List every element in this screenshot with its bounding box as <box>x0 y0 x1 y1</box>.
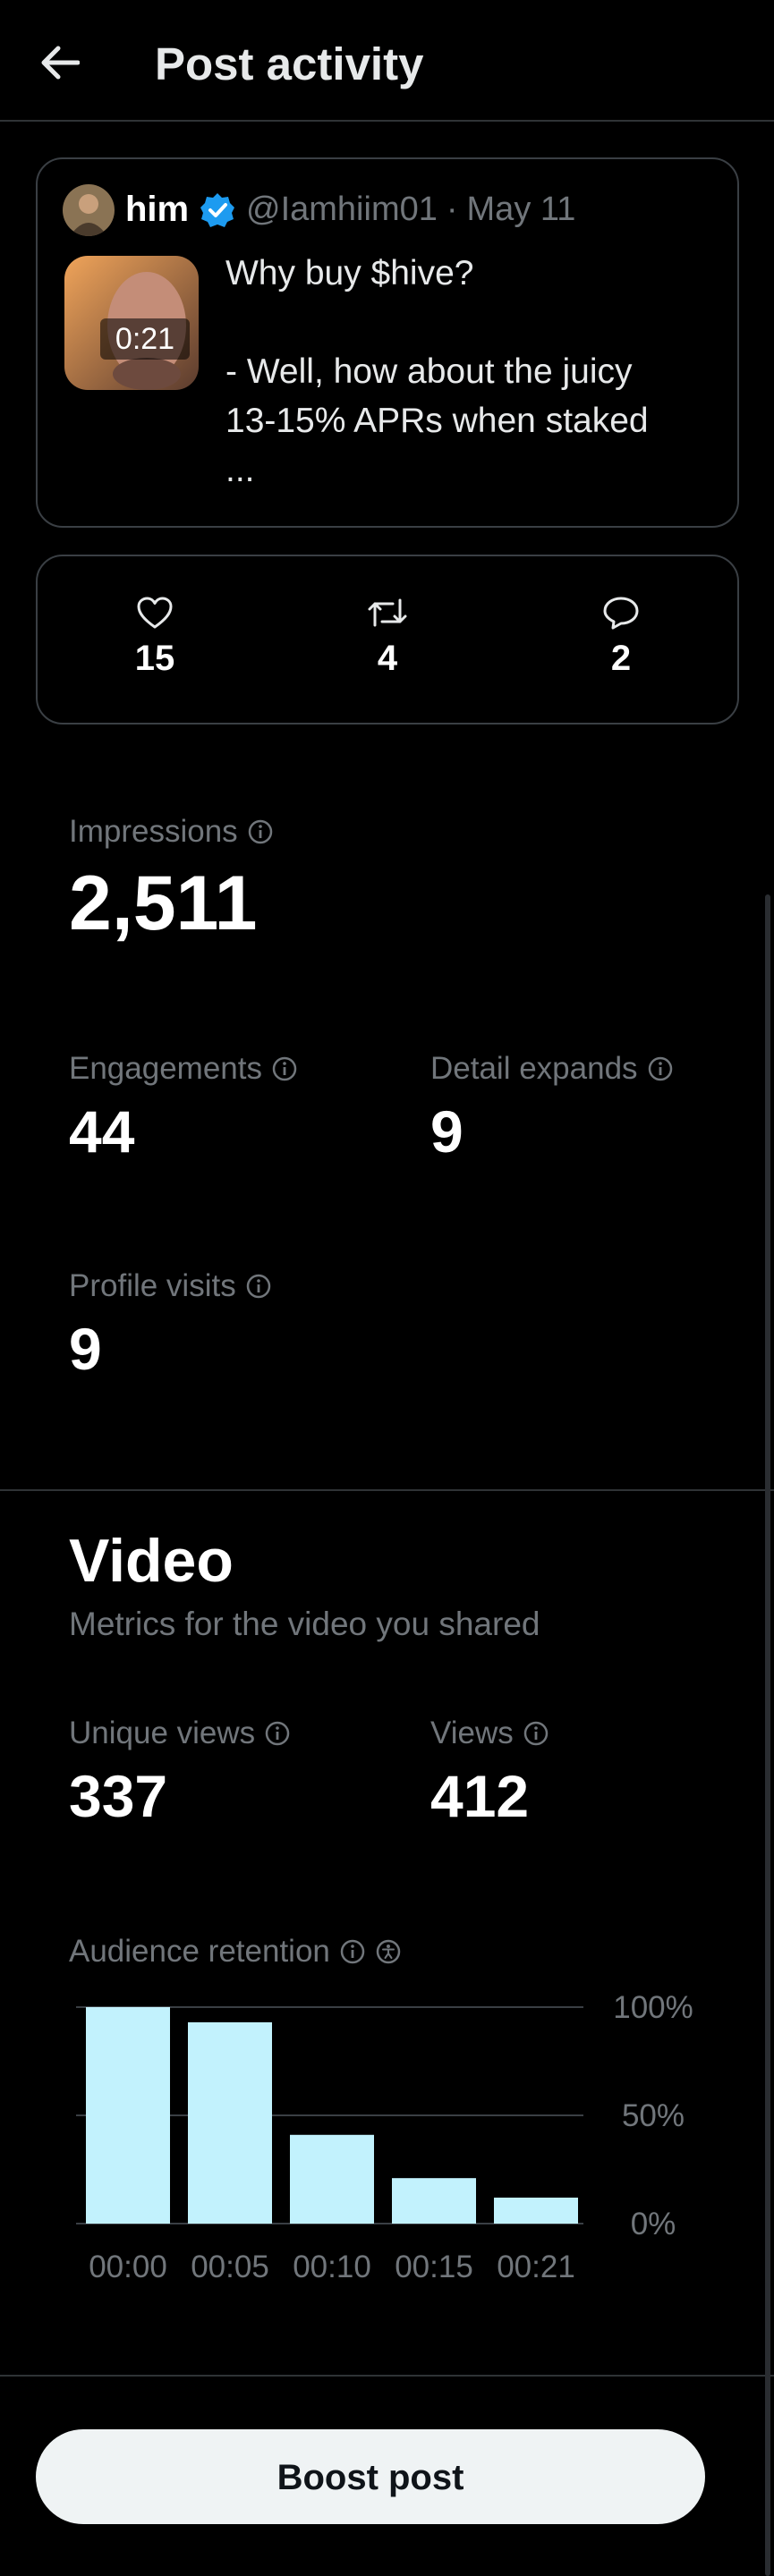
section-divider <box>0 1489 774 1491</box>
retention-bar <box>494 2197 578 2224</box>
footer-divider <box>0 2375 774 2377</box>
boost-post-button[interactable]: Boost post <box>36 2429 705 2524</box>
repost-icon <box>368 598 407 627</box>
engagements-label: Engagements <box>69 1046 298 1091</box>
x-tick-label: 00:05 <box>191 2250 269 2284</box>
info-icon[interactable] <box>271 1055 298 1082</box>
post-date: May 11 <box>466 191 576 228</box>
info-icon[interactable] <box>247 818 274 845</box>
author-name[interactable]: him <box>125 182 189 236</box>
retention-bar <box>188 2021 272 2224</box>
video-section-title: Video <box>69 1527 234 1595</box>
post-text-line: ... <box>225 451 255 489</box>
author-handle[interactable]: @Iamhiim01 <box>246 191 438 228</box>
post-text: Why buy $hive? - Well, how about the jui… <box>225 249 727 495</box>
x-tick-label: 00:00 <box>89 2250 167 2284</box>
back-button[interactable] <box>32 36 86 89</box>
profile-visits-value: 9 <box>69 1316 102 1382</box>
page-title: Post activity <box>155 38 424 89</box>
info-icon[interactable] <box>523 1720 549 1747</box>
detail-expands-label-text: Detail expands <box>430 1051 638 1086</box>
engagement-stats-card: 15 4 2 <box>36 555 739 724</box>
post-meta: @Iamhiim01 · May 11 <box>246 191 576 228</box>
arrow-left-icon <box>41 46 80 80</box>
x-tick-label: 00:10 <box>293 2250 371 2284</box>
replies-stat[interactable]: 2 <box>567 592 675 683</box>
engagements-label-text: Engagements <box>69 1051 262 1086</box>
x-tick-label: 00:15 <box>395 2250 473 2284</box>
impressions-label-text: Impressions <box>69 814 238 849</box>
video-thumbnail[interactable]: 0:21 <box>64 256 199 390</box>
retention-bar <box>392 2178 476 2224</box>
scrollbar[interactable] <box>765 894 770 2576</box>
y-tick-label: 0% <box>631 2207 676 2241</box>
profile-visits-label-text: Profile visits <box>69 1268 236 1303</box>
verified-badge-icon <box>200 193 234 227</box>
y-tick-label: 50% <box>622 2098 685 2133</box>
audience-retention-chart: 100% 50% 0% 00:00 00:05 00:10 00:15 00:21 <box>76 1990 693 2284</box>
heart-icon <box>137 597 173 629</box>
x-tick-label: 00:21 <box>497 2250 575 2284</box>
avatar[interactable] <box>63 184 115 236</box>
views-label: Views <box>430 1711 549 1756</box>
detail-expands-value: 9 <box>430 1098 464 1165</box>
views-value: 412 <box>430 1763 530 1829</box>
unique-views-label: Unique views <box>69 1711 291 1756</box>
replies-count: 2 <box>610 639 632 678</box>
retention-bar <box>86 2007 170 2224</box>
impressions-value: 2,511 <box>69 860 258 946</box>
post-text-line: - Well, how about the juicy <box>225 352 633 391</box>
profile-visits-label: Profile visits <box>69 1264 272 1309</box>
retention-bar <box>290 2134 374 2224</box>
post-text-line: Why buy $hive? <box>225 254 474 292</box>
info-icon[interactable] <box>264 1720 291 1747</box>
reposts-stat[interactable]: 4 <box>334 592 441 683</box>
likes-stat[interactable]: 15 <box>101 592 208 683</box>
unique-views-label-text: Unique views <box>69 1716 256 1750</box>
impressions-label: Impressions <box>69 809 274 854</box>
reply-icon <box>603 597 639 630</box>
post-text-line: 13-15% APRs when staked <box>225 402 649 440</box>
top-bar: Post activity <box>0 0 774 122</box>
video-duration: 0:21 <box>100 318 190 360</box>
engagements-value: 44 <box>69 1098 135 1165</box>
post-preview-card[interactable]: him @Iamhiim01 · May 11 0:21 Why buy $hive… <box>36 157 739 528</box>
unique-views-value: 337 <box>69 1763 168 1829</box>
likes-count: 15 <box>134 639 175 678</box>
detail-expands-label: Detail expands <box>430 1046 674 1091</box>
info-icon[interactable] <box>647 1055 674 1082</box>
info-icon[interactable] <box>245 1273 272 1300</box>
views-label-text: Views <box>430 1716 514 1750</box>
reposts-count: 4 <box>377 639 398 678</box>
video-section-subtitle: Metrics for the video you shared <box>69 1606 540 1642</box>
y-tick-label: 100% <box>613 1990 693 2025</box>
